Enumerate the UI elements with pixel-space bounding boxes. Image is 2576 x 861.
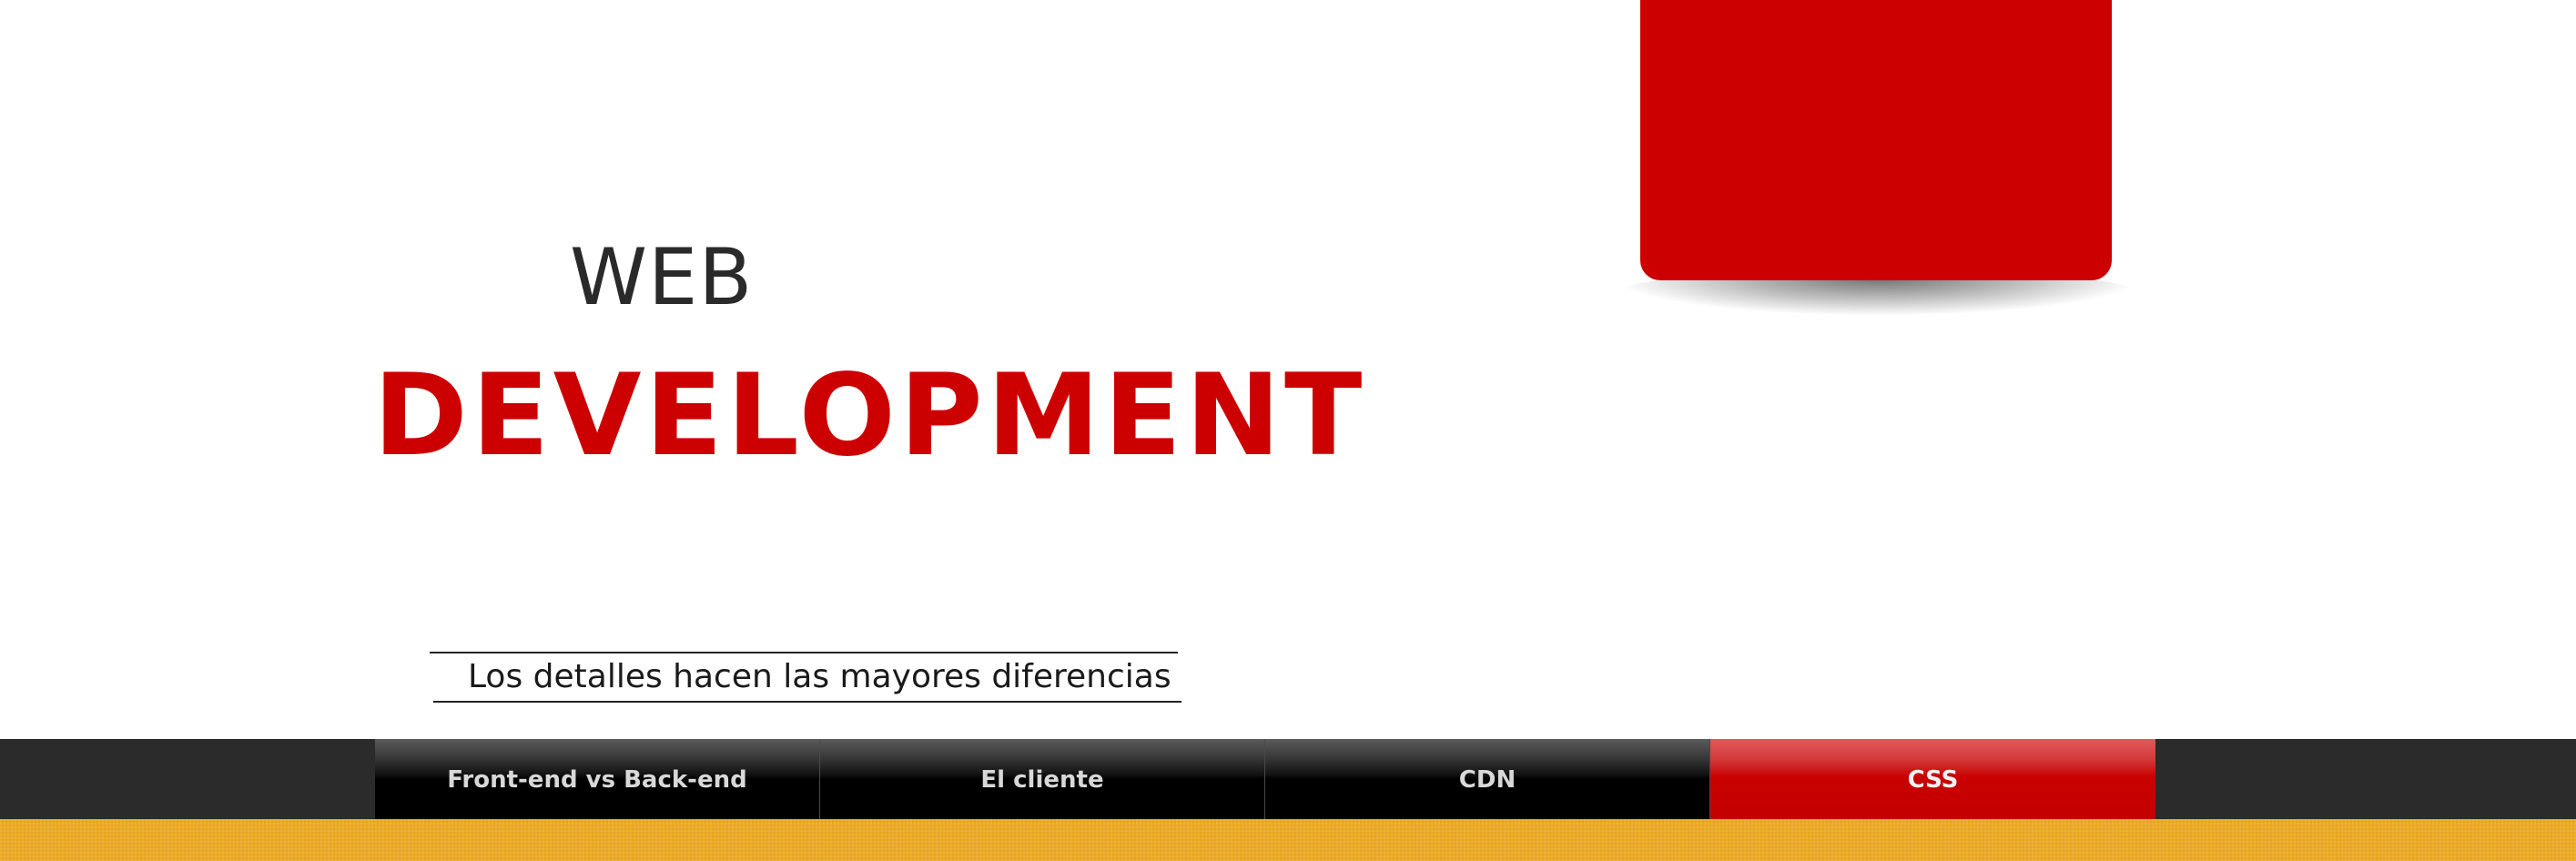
page: WEB DEVELOPMENT Los detalles hacen las m… bbox=[0, 0, 2576, 861]
footer-stripe bbox=[0, 819, 2576, 861]
nav-item-label: Front-end vs Back-end bbox=[447, 766, 747, 794]
nav-item-cdn[interactable]: CDN bbox=[1265, 739, 1710, 819]
nav-item-label: CSS bbox=[1907, 766, 1959, 794]
tagline: Los detalles hacen las mayores diferenci… bbox=[428, 652, 1182, 703]
nav-item-front-end-vs-back-end[interactable]: Front-end vs Back-end bbox=[375, 739, 820, 819]
main-navbar: Front-end vs Back-end El cliente CDN CSS bbox=[0, 739, 2576, 819]
hero-title-web: WEB bbox=[570, 232, 754, 323]
nav-item-label: CDN bbox=[1458, 766, 1516, 794]
nav-items: Front-end vs Back-end El cliente CDN CSS bbox=[375, 739, 2155, 819]
nav-item-label: El cliente bbox=[980, 766, 1104, 794]
nav-item-el-cliente[interactable]: El cliente bbox=[820, 739, 1265, 819]
tagline-rule-top bbox=[430, 652, 1178, 653]
red-banner-tab bbox=[1640, 0, 2112, 280]
nav-item-css[interactable]: CSS bbox=[1710, 739, 2155, 819]
tagline-rule-bottom bbox=[433, 701, 1182, 703]
tagline-text: Los detalles hacen las mayores diferenci… bbox=[468, 658, 1171, 695]
hero-title-development: DEVELOPMENT bbox=[373, 350, 1366, 481]
